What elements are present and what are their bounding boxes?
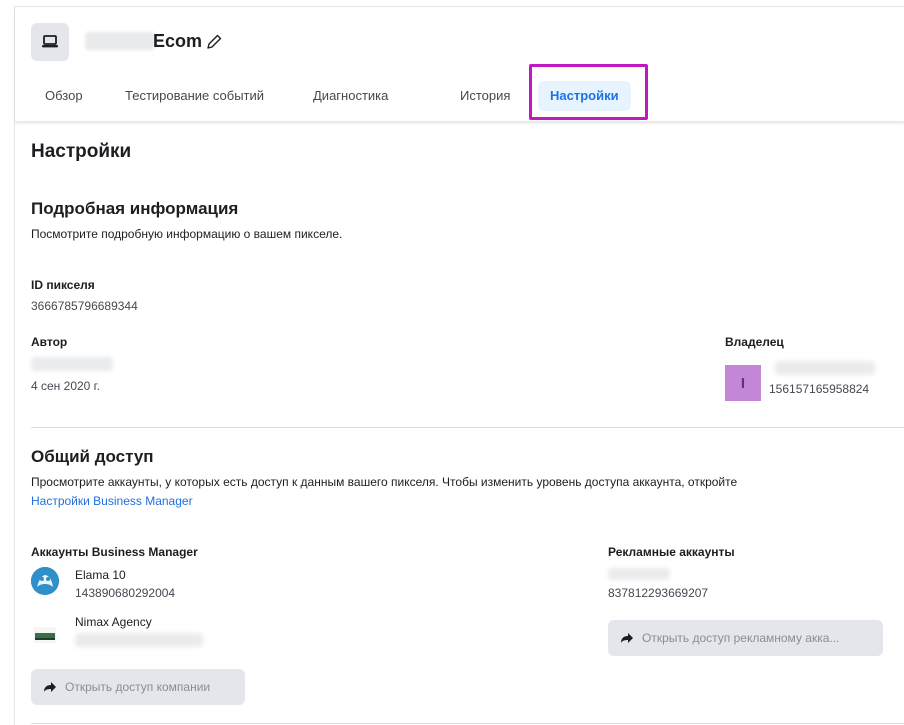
details-description: Посмотрите подробную информацию о вашем … [31,227,343,241]
nimax-logo-icon [34,627,56,643]
pencil-icon[interactable] [205,33,223,51]
sharing-description: Просмотрите аккаунты, у которых есть дос… [31,475,738,489]
pixel-id-value: 3666785796689344 [31,299,138,313]
pixel-header: Ecom Обзор Тестирование событий Диагност… [15,7,904,121]
page-title: Настройки [31,141,132,162]
pixel-settings-panel: Ecom Обзор Тестирование событий Диагност… [14,6,904,725]
sharing-heading: Общий доступ [31,447,154,466]
share-company-button[interactable]: Открыть доступ компании [31,669,245,705]
tab-settings-highlight [529,64,648,120]
share-arrow-icon [44,682,56,692]
section-divider [31,427,904,428]
pixel-id-label: ID пикселя [31,278,95,292]
ad-account-id: 837812293669207 [608,586,709,600]
bm-accounts-label: Аккаунты Business Manager [31,545,198,559]
ad-account-name-redacted [608,568,670,580]
bm-account-id-redacted [75,633,203,647]
author-label: Автор [31,335,68,349]
author-name-redacted [31,357,113,371]
tab-history[interactable]: История [460,81,510,111]
laptop-icon [31,23,69,61]
elama-avatar [31,567,59,595]
pixel-name: Ecom [153,31,203,51]
tab-test-events[interactable]: Тестирование событий [125,81,264,111]
owner-name-redacted [775,361,875,375]
share-arrow-icon [621,633,633,643]
details-heading: Подробная информация [31,199,239,218]
tab-overview[interactable]: Обзор [45,81,83,111]
ad-accounts-label: Рекламные аккаунты [608,545,735,559]
owner-label: Владелец [725,335,784,349]
bm-account-name: Elama 10 [75,568,126,582]
author-date: 4 сен 2020 г. [31,379,100,393]
share-company-label: Открыть доступ компании [65,680,211,694]
settings-content: Настройки Подробная информация Посмотрит… [15,121,904,725]
owner-avatar: I [725,365,761,401]
owner-id: 156157165958824 [769,382,870,396]
share-ad-account-button[interactable]: Открыть доступ рекламному акка... [608,620,883,656]
pixel-name-redacted [85,32,155,50]
tab-diagnostics[interactable]: Диагностика [313,81,388,111]
bm-account-id: 143890680292004 [75,586,176,600]
bottom-divider [31,723,904,724]
bm-account-name: Nimax Agency [75,615,152,629]
business-manager-settings-link[interactable]: Настройки Business Manager [31,494,193,508]
share-ad-account-label: Открыть доступ рекламному акка... [642,631,840,645]
